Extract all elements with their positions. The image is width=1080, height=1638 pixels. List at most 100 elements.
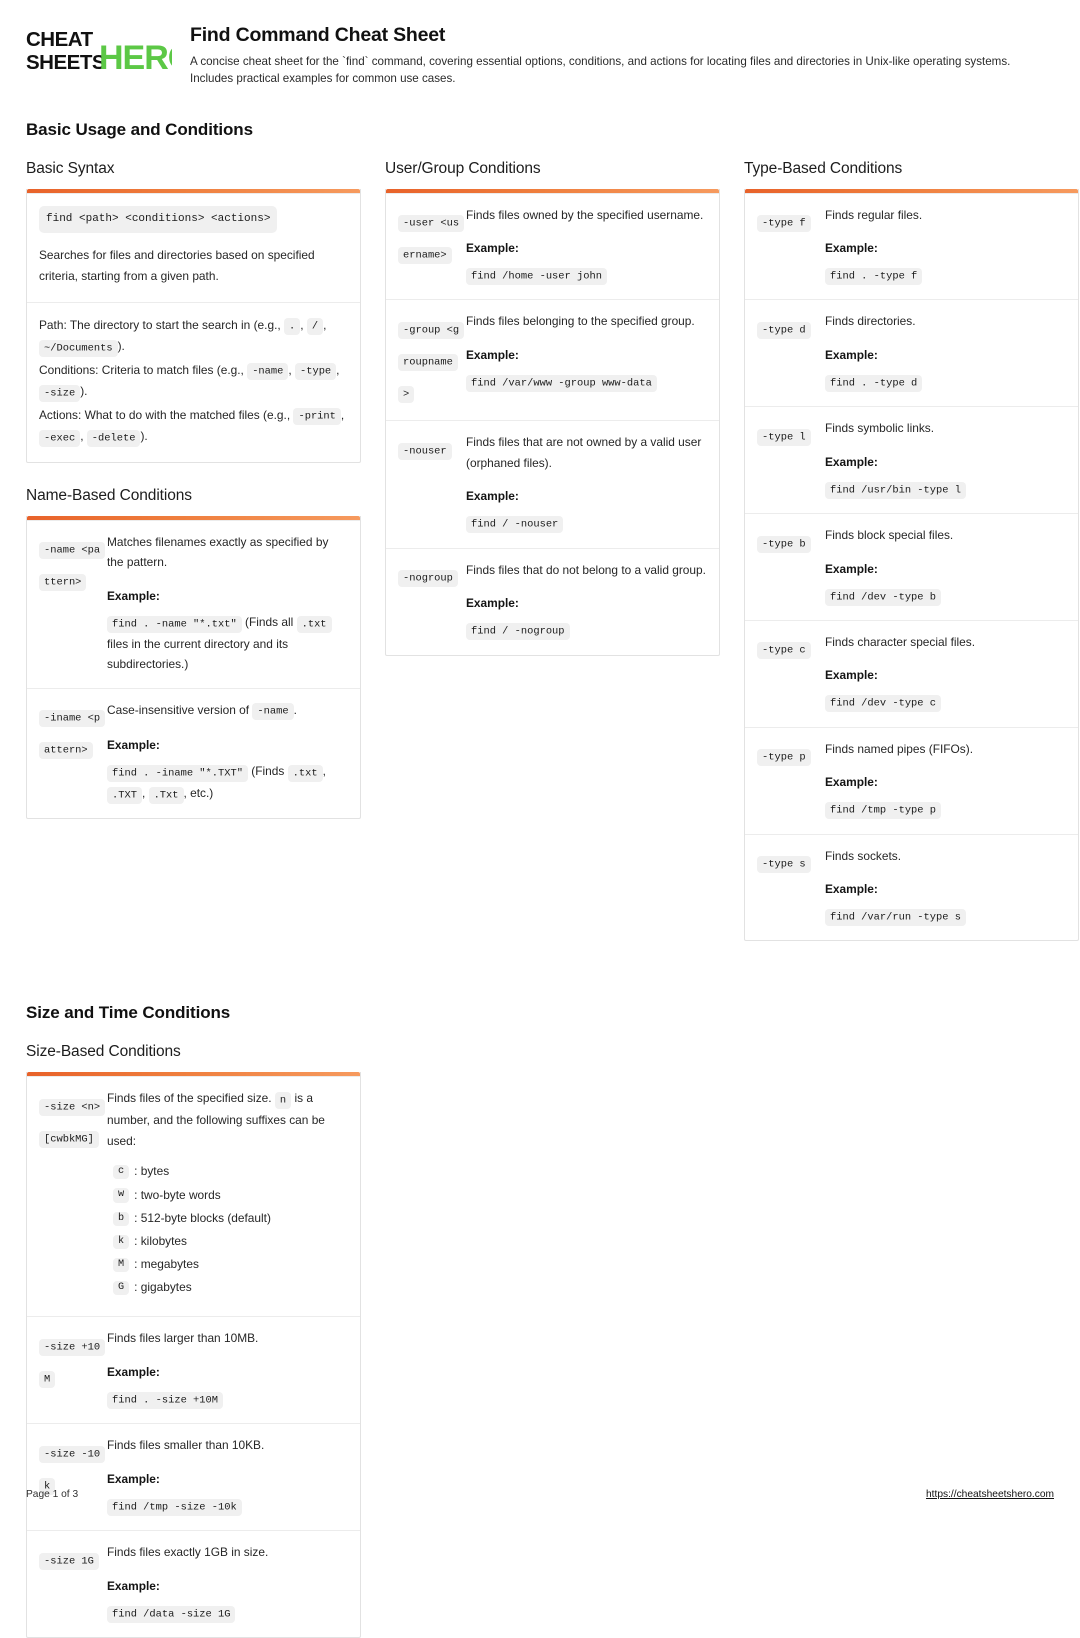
description-text: Finds directories. bbox=[825, 314, 916, 329]
example-label: Example: bbox=[466, 596, 519, 611]
row-term: -type b bbox=[757, 525, 825, 558]
term-chip: -type p bbox=[757, 749, 811, 767]
term-chip: -size -10k bbox=[39, 1445, 106, 1495]
condition-chip-size: -size bbox=[39, 384, 81, 402]
row-description: Finds files owned by the specified usern… bbox=[466, 205, 707, 288]
row-description: Finds block special files. Example: find… bbox=[825, 525, 1066, 608]
example-label: Example: bbox=[825, 454, 878, 469]
path-chip-root: / bbox=[306, 318, 324, 336]
example-label: Example: bbox=[107, 737, 160, 752]
card-user-group: -user <username> Finds files owned by th… bbox=[385, 188, 720, 656]
example-command: find /dev -type b bbox=[825, 588, 942, 606]
suffix-chip-k: k bbox=[113, 1234, 130, 1250]
group-title-name-based: Name-Based Conditions bbox=[26, 486, 192, 504]
example-label: Example: bbox=[107, 1471, 160, 1486]
row-term: -nouser bbox=[398, 432, 466, 465]
card-name-based: -name <pattern> Matches filenames exactl… bbox=[26, 515, 361, 820]
example-command-line: find /tmp -type p bbox=[825, 799, 1066, 821]
path-chip-documents: ~/Documents bbox=[39, 339, 118, 357]
term-chip: -type d bbox=[757, 321, 811, 339]
page-header: CHEAT SHEETS HERO Find Command Cheat She… bbox=[26, 22, 1054, 94]
example-command-line: find . -name "*.txt" (Finds all .txt fil… bbox=[107, 612, 348, 675]
svg-text:SHEETS: SHEETS bbox=[26, 51, 105, 74]
example-label: Example: bbox=[825, 561, 878, 576]
term-chip: -type b bbox=[757, 535, 811, 553]
example-label: Example: bbox=[825, 882, 878, 897]
example-command: find / -nogroup bbox=[466, 623, 570, 641]
path-line: Path: The directory to start the search … bbox=[39, 315, 348, 358]
row-description: Finds files exactly 1GB in size. Example… bbox=[107, 1542, 348, 1625]
example-command-line: find / -nouser bbox=[466, 513, 707, 535]
table-row: -size -10k Finds files smaller than 10KB… bbox=[27, 1423, 360, 1530]
list-item: k : kilobytes bbox=[113, 1234, 348, 1250]
term-chip: -type l bbox=[757, 428, 811, 446]
row-term: -nogroup bbox=[398, 560, 466, 593]
list-item: G : gigabytes bbox=[113, 1281, 348, 1296]
example-label: Example: bbox=[825, 347, 878, 362]
suffix-chip-M: M bbox=[113, 1258, 130, 1273]
cheat-sheet-page: CHEAT SHEETS HERO Find Command Cheat She… bbox=[0, 0, 1080, 1638]
action-chip-exec: -exec bbox=[39, 429, 81, 447]
size-suffix-list: c : bytes w : two-byte words b : 512-byt… bbox=[107, 1165, 348, 1296]
example-command-line: find /usr/bin -type l bbox=[825, 478, 1066, 500]
row-term: -size 1G bbox=[39, 1542, 107, 1575]
example-command-line: find . -iname "*.TXT" (Finds .txt, .TXT,… bbox=[107, 761, 348, 805]
list-item: w : two-byte words bbox=[113, 1188, 348, 1203]
row-description: Finds named pipes (FIFOs). Example: find… bbox=[825, 739, 1066, 822]
example-command: find /tmp -size -10k bbox=[107, 1498, 242, 1516]
table-row: -type l Finds symbolic links. Example: f… bbox=[745, 406, 1078, 513]
row-description: Finds directories. Example: find . -type… bbox=[825, 311, 1066, 394]
example-note-chip-TXT: .TXT bbox=[107, 786, 142, 804]
svg-text:HERO: HERO bbox=[99, 39, 172, 76]
example-command-line: find /home -user john bbox=[466, 265, 707, 287]
suffix-chip-b: b bbox=[113, 1211, 130, 1226]
term-chip: -user <username> bbox=[398, 215, 465, 265]
example-note-chip-Txt: .Txt bbox=[148, 786, 184, 804]
example-label: Example: bbox=[825, 668, 878, 683]
description-text: Finds files larger than 10MB. bbox=[107, 1331, 259, 1346]
conditions-suffix: ). bbox=[80, 384, 88, 399]
example-label: Example: bbox=[466, 347, 519, 362]
row-description: Matches filenames exactly as specified b… bbox=[107, 532, 348, 676]
action-chip-delete: -delete bbox=[86, 429, 141, 447]
table-row: -type d Finds directories. Example: find… bbox=[745, 299, 1078, 406]
table-row: -size 1G Finds files exactly 1GB in size… bbox=[27, 1530, 360, 1637]
suffix-chip-G: G bbox=[113, 1281, 130, 1296]
actions-suffix: ). bbox=[140, 429, 148, 444]
term-chip: -iname <pattern> bbox=[39, 710, 106, 760]
row-term: -name <pattern> bbox=[39, 532, 107, 597]
row-term: -size <n>[cwbkMG] bbox=[39, 1088, 107, 1153]
term-chip: -type s bbox=[757, 856, 811, 874]
table-row: -nouser Finds files that are not owned b… bbox=[386, 420, 719, 547]
example-command: find / -nouser bbox=[466, 516, 564, 534]
example-note-chip-txt: .txt bbox=[287, 764, 323, 782]
basic-syntax-lede: Searches for files and directories based… bbox=[39, 248, 315, 284]
description-text: Finds files belonging to the specified g… bbox=[466, 314, 695, 329]
row-description: Finds files belonging to the specified g… bbox=[466, 311, 707, 394]
description-text: Finds block special files. bbox=[825, 528, 954, 543]
example-note-chip: .txt bbox=[296, 615, 332, 633]
description-text: Finds files exactly 1GB in size. bbox=[107, 1545, 269, 1560]
example-note-suffix: , etc.) bbox=[183, 786, 214, 801]
example-command-line: find . -type d bbox=[825, 371, 1066, 393]
example-command: find . -iname "*.TXT" bbox=[107, 764, 248, 782]
column-left: Basic Syntax find <path> <conditions> <a… bbox=[26, 160, 361, 820]
suffix-chip-w: w bbox=[113, 1188, 130, 1203]
example-command-line: find /dev -type b bbox=[825, 585, 1066, 607]
list-item: b : 512-byte blocks (default) bbox=[113, 1211, 348, 1226]
term-chip: -size <n>[cwbkMG] bbox=[39, 1098, 106, 1148]
row-term: -type s bbox=[757, 846, 825, 879]
site-url-link[interactable]: https://cheatsheetshero.com bbox=[926, 1489, 1054, 1500]
description-chip: -name bbox=[252, 703, 294, 721]
row-term: -user <username> bbox=[398, 205, 466, 270]
example-command-line: find /var/run -type s bbox=[825, 906, 1066, 928]
path-chip-dot: . bbox=[284, 318, 301, 336]
table-row: -type b Finds block special files. Examp… bbox=[745, 513, 1078, 620]
example-command: find /var/www -group www-data bbox=[466, 374, 657, 392]
column-left-size: Size-Based Conditions -size <n>[cwbkMG] … bbox=[26, 1043, 361, 1638]
example-command-line: find /data -size 1G bbox=[107, 1602, 348, 1624]
row-description: Finds files that do not belong to a vali… bbox=[466, 560, 707, 643]
cheatsheetshero-logo: CHEAT SHEETS HERO bbox=[26, 22, 172, 76]
table-row: -type s Finds sockets. Example: find /va… bbox=[745, 833, 1078, 941]
column-right: Type-Based Conditions -type f Finds regu… bbox=[744, 160, 1079, 942]
